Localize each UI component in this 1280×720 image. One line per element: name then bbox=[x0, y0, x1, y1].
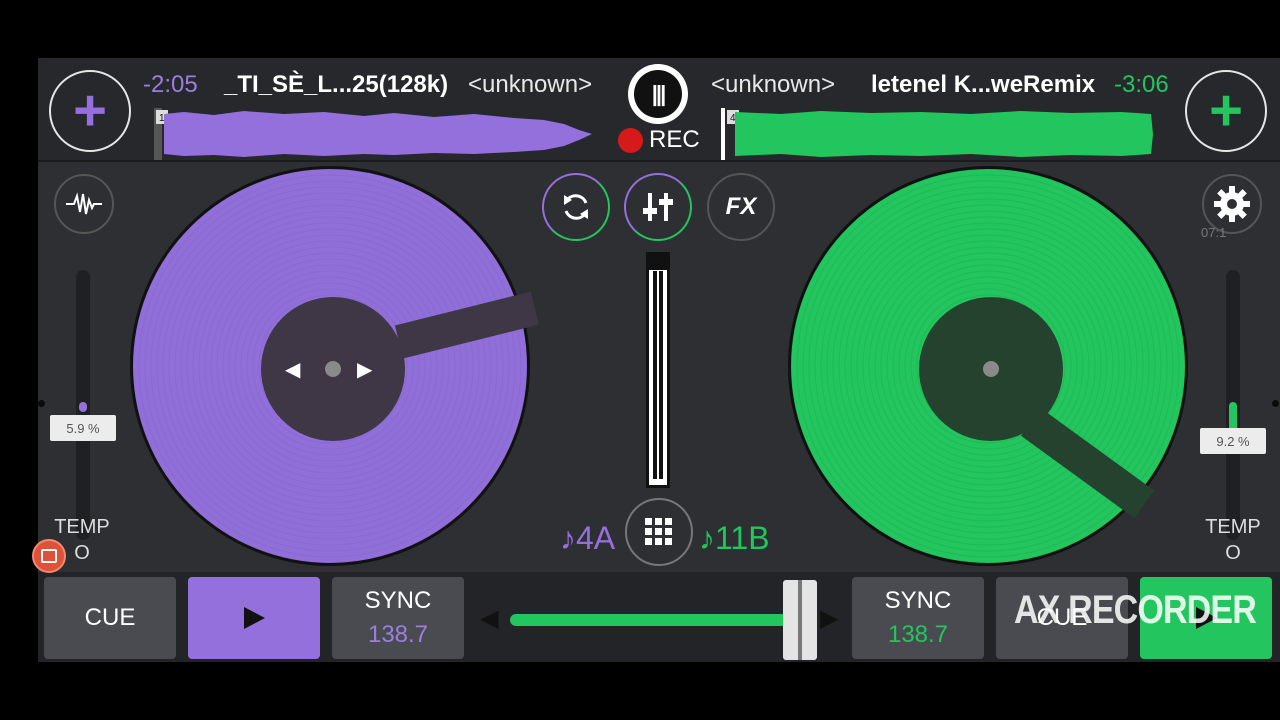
right-turntable[interactable] bbox=[788, 166, 1188, 566]
left-play-button[interactable] bbox=[188, 577, 320, 659]
volume-bar-left bbox=[653, 271, 657, 479]
right-platter-label bbox=[919, 297, 1063, 441]
right-edge-dot bbox=[1272, 400, 1279, 407]
record-label: REC bbox=[649, 126, 700, 153]
right-bpm: 138.7 bbox=[887, 621, 949, 648]
loop-button[interactable] bbox=[542, 173, 610, 241]
app-logo[interactable]: ||| bbox=[628, 64, 688, 124]
right-spindle bbox=[983, 361, 999, 377]
crossfader-right-arrow-icon: ▶ bbox=[820, 605, 839, 632]
pads-grid-button[interactable] bbox=[625, 498, 693, 566]
crossfader-left-arrow-icon: ◀ bbox=[480, 605, 499, 632]
left-waveform[interactable]: 1 bbox=[154, 108, 594, 160]
mixer-sliders-icon bbox=[643, 193, 673, 221]
left-spindle bbox=[325, 361, 341, 377]
volume-meter bbox=[646, 252, 670, 488]
right-tempo-sub: O bbox=[1225, 542, 1241, 564]
left-sync-button[interactable]: SYNC 138.7 bbox=[332, 577, 464, 659]
right-track-artist: <unknown> bbox=[711, 71, 836, 98]
right-tempo-value[interactable]: 9.2 % bbox=[1200, 428, 1266, 454]
recorder-icon bbox=[41, 549, 57, 563]
left-turntable[interactable]: ◀ ▶ bbox=[130, 166, 539, 566]
left-arrow-icon[interactable]: ◀ bbox=[285, 357, 300, 382]
sync-loop-icon bbox=[564, 194, 588, 220]
settings-badge-text: 07:1 bbox=[1201, 225, 1227, 240]
fx-button[interactable]: FX bbox=[707, 173, 775, 241]
right-time-remaining: -3:06 bbox=[1114, 71, 1169, 98]
left-platter-marker bbox=[394, 291, 539, 359]
left-bpm: 138.7 bbox=[367, 621, 429, 648]
gear-icon bbox=[1214, 186, 1250, 222]
crossfader[interactable]: ◀ ▶ bbox=[480, 580, 839, 660]
right-sync-button[interactable]: SYNC 138.7 bbox=[852, 577, 984, 659]
volume-bar-right bbox=[659, 271, 663, 479]
record-button[interactable]: REC bbox=[618, 126, 700, 154]
left-edge-dot bbox=[38, 400, 45, 407]
plus-icon: + bbox=[1209, 78, 1243, 143]
right-platter-marker bbox=[1021, 408, 1155, 519]
dj-app: + -2:05 _TI_SÈ_L...25(128k) <unknown> ||… bbox=[38, 58, 1280, 662]
add-track-left-button[interactable]: + bbox=[49, 70, 131, 152]
right-key: ♪11B bbox=[699, 520, 770, 556]
play-icon bbox=[244, 607, 265, 629]
left-tempo-value[interactable]: 5.9 % bbox=[50, 415, 116, 441]
right-waveform[interactable]: 4 bbox=[721, 108, 1156, 160]
left-tempo-slider[interactable] bbox=[76, 270, 90, 540]
right-track-title: letenel K...weRemix bbox=[871, 71, 1096, 98]
left-tempo-label-text: TEMP bbox=[54, 516, 110, 538]
right-tempo-label: TEMP O bbox=[1193, 514, 1273, 566]
left-tempo-fill bbox=[79, 402, 87, 412]
volume-meter-cap bbox=[646, 252, 670, 270]
left-platter-label: ◀ ▶ bbox=[261, 297, 405, 441]
right-tempo-slider[interactable] bbox=[1226, 270, 1240, 540]
right-arrow-icon[interactable]: ▶ bbox=[357, 357, 372, 382]
right-sync-label: SYNC bbox=[884, 587, 952, 614]
waveform-view-button[interactable] bbox=[54, 174, 114, 234]
left-track-artist: <unknown> bbox=[468, 71, 593, 98]
left-track-title: _TI_SÈ_L...25(128k) bbox=[224, 71, 449, 98]
waveform-icon bbox=[66, 192, 102, 215]
grid-icon bbox=[645, 518, 672, 545]
top-bar: + -2:05 _TI_SÈ_L...25(128k) <unknown> ||… bbox=[38, 58, 1280, 162]
plus-icon: + bbox=[73, 78, 107, 143]
right-tempo-label-text: TEMP bbox=[1205, 516, 1261, 538]
mixer-button[interactable] bbox=[624, 173, 692, 241]
crossfader-track bbox=[510, 614, 800, 626]
add-track-right-button[interactable]: + bbox=[1185, 70, 1267, 152]
left-cue-label: CUE bbox=[84, 604, 136, 631]
fx-label: FX bbox=[725, 193, 757, 220]
record-dot-icon bbox=[618, 127, 643, 153]
left-time-remaining: -2:05 bbox=[143, 71, 198, 98]
crossfader-knob[interactable] bbox=[783, 580, 818, 660]
logo-icon: ||| bbox=[634, 70, 682, 118]
left-key: ♪4A bbox=[560, 520, 616, 556]
screen-recorder-bubble[interactable] bbox=[32, 539, 66, 573]
left-sync-label: SYNC bbox=[364, 587, 432, 614]
recorder-watermark: AX RECORDER bbox=[1014, 588, 1257, 632]
left-cue-button[interactable]: CUE bbox=[44, 577, 176, 659]
